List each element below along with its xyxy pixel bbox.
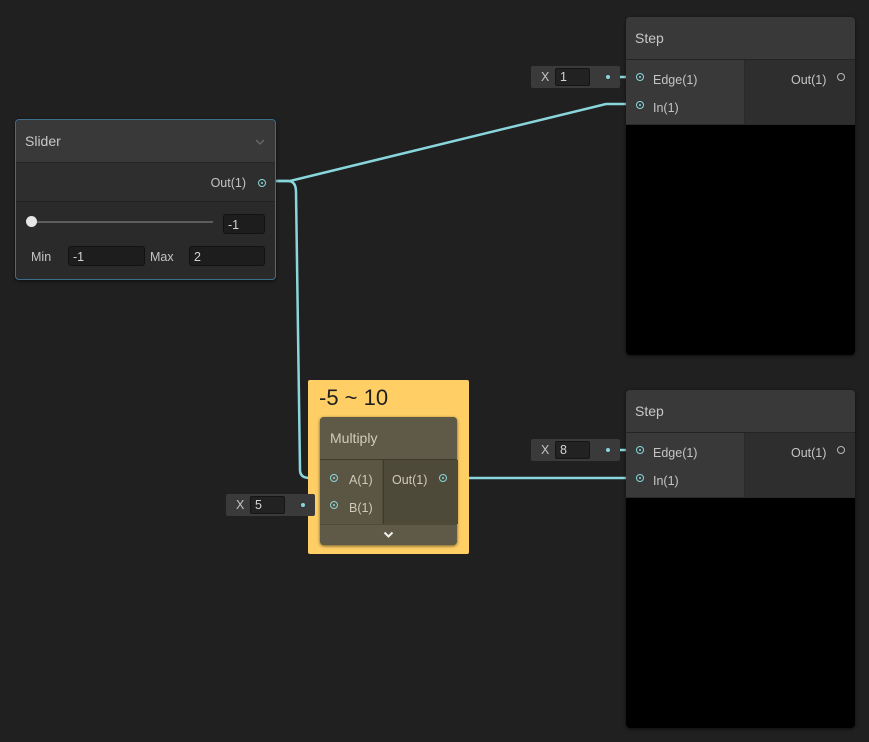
step-2-edge-axis-label: X: [541, 443, 550, 457]
step-node-1-header[interactable]: Step: [626, 17, 855, 60]
chevron-down-icon[interactable]: [255, 138, 265, 146]
multiply-expand-bar[interactable]: [320, 525, 457, 545]
multiply-input-b-port[interactable]: [330, 501, 338, 509]
step-node-2-outputs: [745, 433, 855, 497]
step-1-out-label: Out(1): [791, 73, 827, 87]
step-1-edge-inline-port: [606, 75, 610, 79]
multiply-input-b-label: B(1): [349, 501, 373, 515]
step-2-in-port[interactable]: [636, 474, 644, 482]
slider-value-field[interactable]: -1: [223, 214, 265, 234]
multiply-b-inline-input[interactable]: X 5: [226, 494, 315, 516]
step-2-edge-port[interactable]: [636, 446, 644, 454]
step-node-2-header[interactable]: Step: [626, 390, 855, 433]
multiply-input-a-port[interactable]: [330, 474, 338, 482]
step-1-edge-axis-label: X: [541, 70, 550, 84]
slider-max-label: Max: [150, 250, 174, 264]
step-node-2-inputs: [626, 433, 744, 497]
multiply-b-inline-port: [301, 503, 305, 507]
step-2-in-label: In(1): [653, 474, 679, 488]
step-1-preview: [626, 125, 855, 355]
step-node-1-outputs: [745, 60, 855, 124]
step-node-2-title: Step: [635, 403, 664, 419]
step-2-preview: [626, 498, 855, 728]
slider-output-port[interactable]: [258, 179, 266, 187]
step-2-out-port[interactable]: [837, 446, 845, 454]
step-node-1-inputs: [626, 60, 744, 124]
chevron-down-icon[interactable]: [383, 531, 394, 539]
step-2-edge-inline-port: [606, 448, 610, 452]
slider-output-row: Out(1): [16, 163, 275, 202]
slider-node-title: Slider: [25, 133, 61, 149]
slider-output-label: Out(1): [210, 176, 246, 190]
step-1-out-port[interactable]: [837, 73, 845, 81]
slider-min-field[interactable]: -1: [68, 246, 145, 266]
step-node-1[interactable]: Step Edge(1) In(1) Out(1): [626, 17, 855, 355]
slider-track[interactable]: [32, 221, 213, 223]
multiply-node[interactable]: Multiply A(1) B(1) Out(1): [320, 417, 458, 545]
multiply-b-value-field[interactable]: 5: [250, 496, 285, 514]
step-1-edge-value-field[interactable]: 1: [555, 68, 590, 86]
multiply-output-port[interactable]: [439, 474, 447, 482]
slider-max-field[interactable]: 2: [189, 246, 265, 266]
multiply-outputs-section: [383, 460, 458, 524]
group-title[interactable]: -5 ~ 10: [319, 384, 388, 412]
multiply-b-axis-label: X: [236, 498, 245, 512]
step-2-edge-label: Edge(1): [653, 446, 698, 460]
slider-node-header[interactable]: Slider: [16, 120, 275, 163]
slider-handle[interactable]: [26, 216, 37, 227]
step-node-2[interactable]: Step Edge(1) In(1) Out(1): [626, 390, 855, 728]
slider-min-label: Min: [31, 250, 52, 264]
multiply-input-a-label: A(1): [349, 473, 373, 487]
step-1-in-port[interactable]: [636, 101, 644, 109]
step-node-1-title: Step: [635, 30, 664, 46]
step-1-edge-inline-input[interactable]: X 1: [531, 66, 620, 88]
multiply-node-title: Multiply: [330, 430, 378, 446]
multiply-node-header[interactable]: Multiply: [320, 417, 457, 460]
step-2-out-label: Out(1): [791, 446, 827, 460]
step-1-in-label: In(1): [653, 101, 679, 115]
wire-slider-to-step1-in[interactable]: [261, 102, 640, 183]
step-1-edge-port[interactable]: [636, 73, 644, 81]
multiply-output-label: Out(1): [392, 473, 428, 487]
step-1-edge-label: Edge(1): [653, 73, 698, 87]
step-2-edge-value-field[interactable]: 8: [555, 441, 590, 459]
step-2-edge-inline-input[interactable]: X 8: [531, 439, 620, 461]
slider-node[interactable]: Slider Out(1) -1 Min -1 Max 2: [15, 119, 276, 280]
